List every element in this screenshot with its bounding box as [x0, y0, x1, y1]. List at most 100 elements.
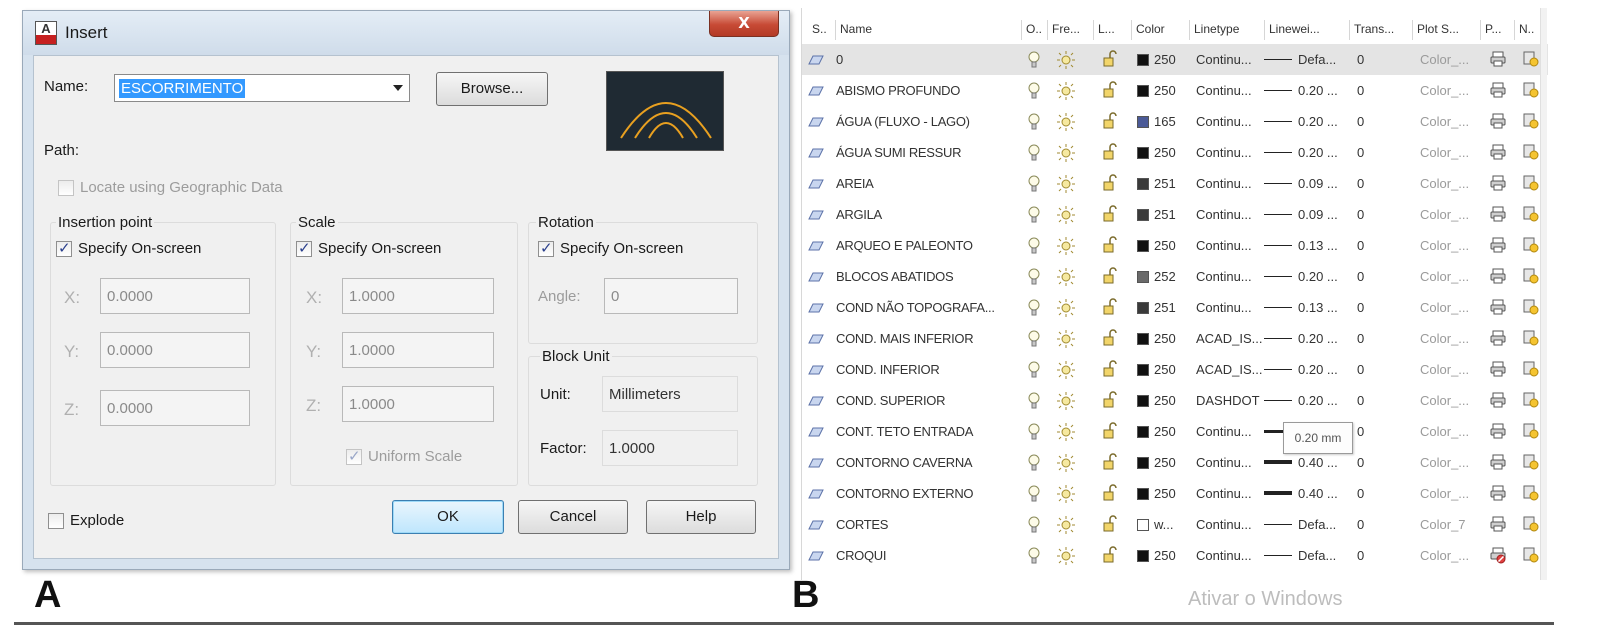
angle-input[interactable]: 0 — [604, 278, 738, 314]
sun-icon[interactable] — [1057, 547, 1075, 565]
new-viewport-freeze-icon[interactable] — [1523, 50, 1539, 68]
layer-plot-style[interactable]: Color_... — [1420, 269, 1469, 284]
layer-color[interactable]: 251 — [1154, 176, 1176, 191]
unlock-icon[interactable] — [1102, 360, 1120, 378]
layer-color[interactable]: 252 — [1154, 269, 1176, 284]
sun-icon[interactable] — [1057, 392, 1075, 410]
layer-plot-style[interactable]: Color_... — [1420, 331, 1469, 346]
layer-lineweight[interactable]: 0.09 ... — [1298, 176, 1338, 191]
layer-color[interactable]: 250 — [1154, 362, 1176, 377]
layer-lineweight[interactable]: Defa... — [1298, 52, 1336, 67]
layer-plot-style[interactable]: Color_... — [1420, 362, 1469, 377]
layer-row[interactable]: CORTES w... Continu... Defa... 0 Color_7 — [802, 509, 1548, 540]
layer-lineweight[interactable]: Defa... — [1298, 517, 1336, 532]
layer-lineweight[interactable]: 0.20 ... — [1298, 362, 1338, 377]
column-separator[interactable] — [1189, 20, 1190, 40]
layer-plot-style[interactable]: Color_... — [1420, 393, 1469, 408]
layer-linetype[interactable]: Continu... — [1196, 517, 1252, 532]
unlock-icon[interactable] — [1102, 205, 1120, 223]
printer-icon[interactable] — [1489, 422, 1507, 440]
layer-color[interactable]: w... — [1154, 517, 1174, 532]
layer-transparency[interactable]: 0 — [1357, 362, 1364, 377]
layer-name[interactable]: ARQUEO E PALEONTO — [836, 238, 973, 253]
scale-z-input[interactable]: 1.0000 — [342, 386, 494, 422]
insertion-x-input[interactable]: 0.0000 — [100, 278, 250, 314]
column-header[interactable]: Trans... — [1354, 22, 1394, 36]
layer-lineweight[interactable]: 0.20 ... — [1298, 393, 1338, 408]
layer-color[interactable]: 250 — [1154, 486, 1176, 501]
color-swatch[interactable] — [1137, 395, 1149, 407]
lightbulb-icon[interactable] — [1028, 485, 1040, 503]
color-swatch[interactable] — [1137, 364, 1149, 376]
layer-plot-style[interactable]: Color_... — [1420, 83, 1469, 98]
layer-color[interactable]: 250 — [1154, 455, 1176, 470]
new-viewport-freeze-icon[interactable] — [1523, 453, 1539, 471]
layer-color[interactable]: 250 — [1154, 83, 1176, 98]
layer-row[interactable]: ÁGUA SUMI RESSUR 250 Continu... 0.20 ... 0 Co… — [802, 137, 1548, 168]
no-plot-icon[interactable] — [1489, 546, 1507, 564]
help-button[interactable]: Help — [646, 500, 756, 534]
color-swatch[interactable] — [1137, 333, 1149, 345]
unlock-icon[interactable] — [1102, 298, 1120, 316]
column-separator[interactable] — [1514, 20, 1515, 40]
layer-row[interactable]: COND NÃO TOPOGRAFA... 251 Continu... 0.13 .… — [802, 292, 1548, 323]
column-separator[interactable] — [1131, 20, 1132, 40]
column-header[interactable]: Color — [1136, 22, 1165, 36]
layer-transparency[interactable]: 0 — [1357, 83, 1364, 98]
printer-icon[interactable] — [1489, 391, 1507, 409]
layer-name[interactable]: CROQUI — [836, 548, 887, 563]
column-header[interactable]: Fre... — [1052, 22, 1080, 36]
ok-button[interactable]: OK — [392, 500, 504, 534]
sun-icon[interactable] — [1057, 299, 1075, 317]
layer-name[interactable]: COND NÃO TOPOGRAFA... — [836, 300, 995, 315]
layer-plot-style[interactable]: Color_... — [1420, 548, 1469, 563]
layer-lineweight[interactable]: 0.40 ... — [1298, 455, 1338, 470]
column-separator[interactable] — [1480, 20, 1481, 40]
scale-specify-checkbox[interactable] — [296, 239, 312, 257]
layer-transparency[interactable]: 0 — [1357, 300, 1364, 315]
printer-icon[interactable] — [1489, 360, 1507, 378]
column-header[interactable]: Plot S... — [1417, 22, 1459, 36]
uniform-scale-checkbox[interactable] — [346, 447, 362, 465]
layer-linetype[interactable]: Continu... — [1196, 114, 1252, 129]
insertion-z-input[interactable]: 0.0000 — [100, 390, 250, 426]
unlock-icon[interactable] — [1102, 546, 1120, 564]
column-separator[interactable] — [1264, 20, 1265, 40]
new-viewport-freeze-icon[interactable] — [1523, 267, 1539, 285]
layer-row[interactable]: ARQUEO E PALEONTO 250 Continu... 0.13 ... 0 C… — [802, 230, 1548, 261]
layer-linetype[interactable]: Continu... — [1196, 300, 1252, 315]
printer-icon[interactable] — [1489, 236, 1507, 254]
sun-icon[interactable] — [1057, 82, 1075, 100]
new-viewport-freeze-icon[interactable] — [1523, 546, 1539, 564]
column-header[interactable]: S.. — [812, 22, 827, 36]
layer-row[interactable]: CONTORNO EXTERNO 250 Continu... 0.40 ... 0 Co… — [802, 478, 1548, 509]
column-separator[interactable] — [1047, 20, 1048, 40]
color-swatch[interactable] — [1137, 85, 1149, 97]
layer-lineweight[interactable]: 0.20 ... — [1298, 114, 1338, 129]
layer-color[interactable]: 250 — [1154, 145, 1176, 160]
color-swatch[interactable] — [1137, 519, 1149, 531]
layer-row[interactable]: ARGILA 251 Continu... 0.09 ... 0 Color_... — [802, 199, 1548, 230]
lightbulb-icon[interactable] — [1028, 268, 1040, 286]
layer-name[interactable]: COND. MAIS INFERIOR — [836, 331, 974, 346]
layer-linetype[interactable]: ACAD_IS... — [1196, 331, 1262, 346]
layer-name[interactable]: CONT. TETO ENTRADA — [836, 424, 973, 439]
layer-lineweight[interactable]: 0.20 ... — [1298, 83, 1338, 98]
layer-transparency[interactable]: 0 — [1357, 548, 1364, 563]
layer-linetype[interactable]: Continu... — [1196, 207, 1252, 222]
layer-color[interactable]: 250 — [1154, 331, 1176, 346]
printer-icon[interactable] — [1489, 174, 1507, 192]
layer-color[interactable]: 250 — [1154, 52, 1176, 67]
layer-transparency[interactable]: 0 — [1357, 486, 1364, 501]
color-swatch[interactable] — [1137, 116, 1149, 128]
layer-plot-style[interactable]: Color_... — [1420, 207, 1469, 222]
layer-transparency[interactable]: 0 — [1357, 52, 1364, 67]
column-header[interactable]: L... — [1098, 22, 1115, 36]
explode-checkbox[interactable] — [48, 513, 64, 529]
column-separator[interactable] — [1021, 20, 1022, 40]
layer-lineweight[interactable]: 0.13 ... — [1298, 238, 1338, 253]
layer-transparency[interactable]: 0 — [1357, 145, 1364, 160]
layer-plot-style[interactable]: Color_... — [1420, 145, 1469, 160]
lightbulb-icon[interactable] — [1028, 547, 1040, 565]
layer-row[interactable]: AREIA 251 Continu... 0.09 ... 0 Color_... — [802, 168, 1548, 199]
